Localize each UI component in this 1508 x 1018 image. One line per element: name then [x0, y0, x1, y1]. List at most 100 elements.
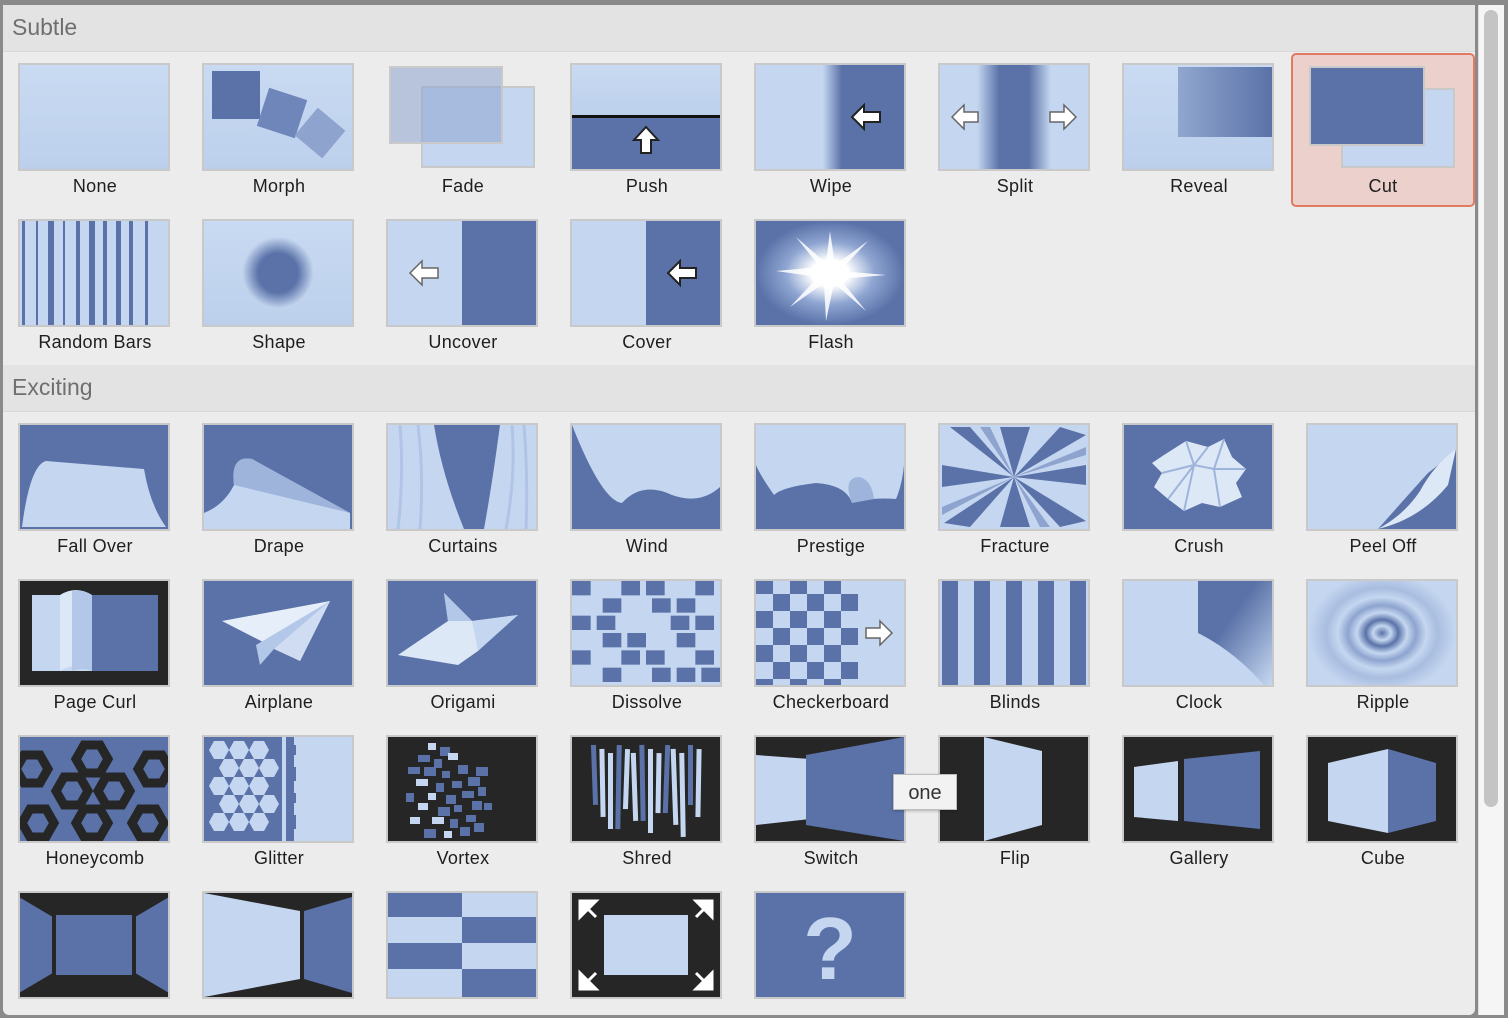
- transition-tile-5[interactable]: ?: [739, 881, 923, 1015]
- transition-label: Random Bars: [38, 332, 152, 352]
- transition-morph[interactable]: Morph: [187, 53, 371, 207]
- drape-thumbnail: [202, 423, 354, 531]
- transition-none[interactable]: None: [3, 53, 187, 207]
- transition-gallery-panel: Subtle None Morph Fade Push Wipe Split R…: [3, 5, 1475, 1015]
- ripple-thumbnail: [1306, 579, 1458, 687]
- transition-checkerboard[interactable]: Checkerboard: [739, 569, 923, 723]
- section-title: Exciting: [12, 374, 93, 400]
- window-thumbnail: [386, 891, 538, 999]
- reveal-thumbnail: [1122, 63, 1274, 171]
- transition-tile-1[interactable]: [3, 881, 187, 1015]
- transition-tile-4[interactable]: [555, 881, 739, 1015]
- transition-vortex[interactable]: Vortex: [371, 725, 555, 879]
- vertical-scrollbar[interactable]: [1478, 5, 1504, 1015]
- transition-label: Reveal: [1170, 176, 1228, 196]
- transition-label: Cut: [1368, 176, 1398, 196]
- split-thumbnail: [938, 63, 1090, 171]
- transition-tile-3[interactable]: [371, 881, 555, 1015]
- curtains-thumbnail: [386, 423, 538, 531]
- transition-label: Vortex: [436, 848, 490, 868]
- transition-drape[interactable]: Drape: [187, 413, 371, 567]
- transition-label: Fade: [441, 176, 485, 196]
- transition-label: Wind: [625, 536, 669, 556]
- cover-thumbnail: [570, 219, 722, 327]
- flash-thumbnail: [754, 219, 906, 327]
- transition-label: Morph: [252, 176, 306, 196]
- transition-label: Push: [625, 176, 669, 196]
- transition-wipe[interactable]: Wipe: [739, 53, 923, 207]
- transition-reveal[interactable]: Reveal: [1107, 53, 1291, 207]
- section-header-exciting: Exciting: [3, 365, 1475, 412]
- random-thumbnail: ?: [754, 891, 906, 999]
- transition-dissolve[interactable]: Dissolve: [555, 569, 739, 723]
- transition-shape[interactable]: Shape: [187, 209, 371, 363]
- transition-shred[interactable]: Shred: [555, 725, 739, 879]
- transition-label: Peel Off: [1349, 536, 1417, 556]
- question-mark-icon: ?: [803, 899, 857, 997]
- wipe-thumbnail: [754, 63, 906, 171]
- transition-blinds[interactable]: Blinds: [923, 569, 1107, 723]
- transition-label: Clock: [1175, 692, 1223, 712]
- transition-label: Switch: [803, 848, 859, 868]
- transition-uncover[interactable]: Uncover: [371, 209, 555, 363]
- transition-fracture[interactable]: Fracture: [923, 413, 1107, 567]
- transition-label: Gallery: [1169, 848, 1229, 868]
- random-bars-thumbnail: [18, 219, 170, 327]
- transition-label: Flip: [999, 848, 1031, 868]
- transition-label: Page Curl: [53, 692, 137, 712]
- transition-label: Fall Over: [57, 536, 133, 556]
- transition-origami[interactable]: Origami: [371, 569, 555, 723]
- transition-airplane[interactable]: Airplane: [187, 569, 371, 723]
- doors-thumbnail: [202, 891, 354, 999]
- clock-thumbnail: [1122, 579, 1274, 687]
- transition-cover[interactable]: Cover: [555, 209, 739, 363]
- transition-gallery[interactable]: Gallery: [1107, 725, 1291, 879]
- transition-push[interactable]: Push: [555, 53, 739, 207]
- transition-wind[interactable]: Wind: [555, 413, 739, 567]
- shape-thumbnail: [202, 219, 354, 327]
- transition-label: Shred: [622, 848, 672, 868]
- box-thumbnail: [18, 891, 170, 999]
- transition-label: Split: [996, 176, 1034, 196]
- transition-curtains[interactable]: Curtains: [371, 413, 555, 567]
- page-curl-thumbnail: [18, 579, 170, 687]
- section-title: Subtle: [12, 14, 78, 40]
- checkerboard-thumbnail: [754, 579, 906, 687]
- transition-honeycomb[interactable]: Honeycomb: [3, 725, 187, 879]
- transition-fall-over[interactable]: Fall Over: [3, 413, 187, 567]
- cut-thumbnail: [1306, 63, 1458, 171]
- transition-split[interactable]: Split: [923, 53, 1107, 207]
- honeycomb-thumbnail: [18, 735, 170, 843]
- transition-label: Crush: [1174, 536, 1224, 556]
- transition-label: Airplane: [244, 692, 314, 712]
- transition-label: Dissolve: [611, 692, 683, 712]
- transition-clock[interactable]: Clock: [1107, 569, 1291, 723]
- section-header-subtle: Subtle: [3, 5, 1475, 52]
- peel-off-thumbnail: [1306, 423, 1458, 531]
- prestige-thumbnail: [754, 423, 906, 531]
- transition-fade[interactable]: Fade: [371, 53, 555, 207]
- transition-label: Glitter: [253, 848, 305, 868]
- transition-label: Cover: [622, 332, 672, 352]
- transition-random-bars[interactable]: Random Bars: [3, 209, 187, 363]
- transition-label: Fracture: [980, 536, 1050, 556]
- transition-glitter[interactable]: Glitter: [187, 725, 371, 879]
- shred-thumbnail: [570, 735, 722, 843]
- airplane-thumbnail: [202, 579, 354, 687]
- origami-thumbnail: [386, 579, 538, 687]
- transition-page-curl[interactable]: Page Curl: [3, 569, 187, 723]
- transition-label: Cube: [1360, 848, 1406, 868]
- transition-cut[interactable]: Cut: [1291, 53, 1475, 207]
- transition-label: None: [72, 176, 118, 196]
- transition-prestige[interactable]: Prestige: [739, 413, 923, 567]
- scrollbar-thumb[interactable]: [1484, 10, 1498, 807]
- transition-flash[interactable]: Flash: [739, 209, 923, 363]
- transition-label: Uncover: [428, 332, 498, 352]
- transition-cube[interactable]: Cube: [1291, 725, 1475, 879]
- transition-crush[interactable]: Crush: [1107, 413, 1291, 567]
- transition-peel-off[interactable]: Peel Off: [1291, 413, 1475, 567]
- tooltip: one: [893, 774, 957, 810]
- fall-over-thumbnail: [18, 423, 170, 531]
- transition-tile-2[interactable]: [187, 881, 371, 1015]
- transition-ripple[interactable]: Ripple: [1291, 569, 1475, 723]
